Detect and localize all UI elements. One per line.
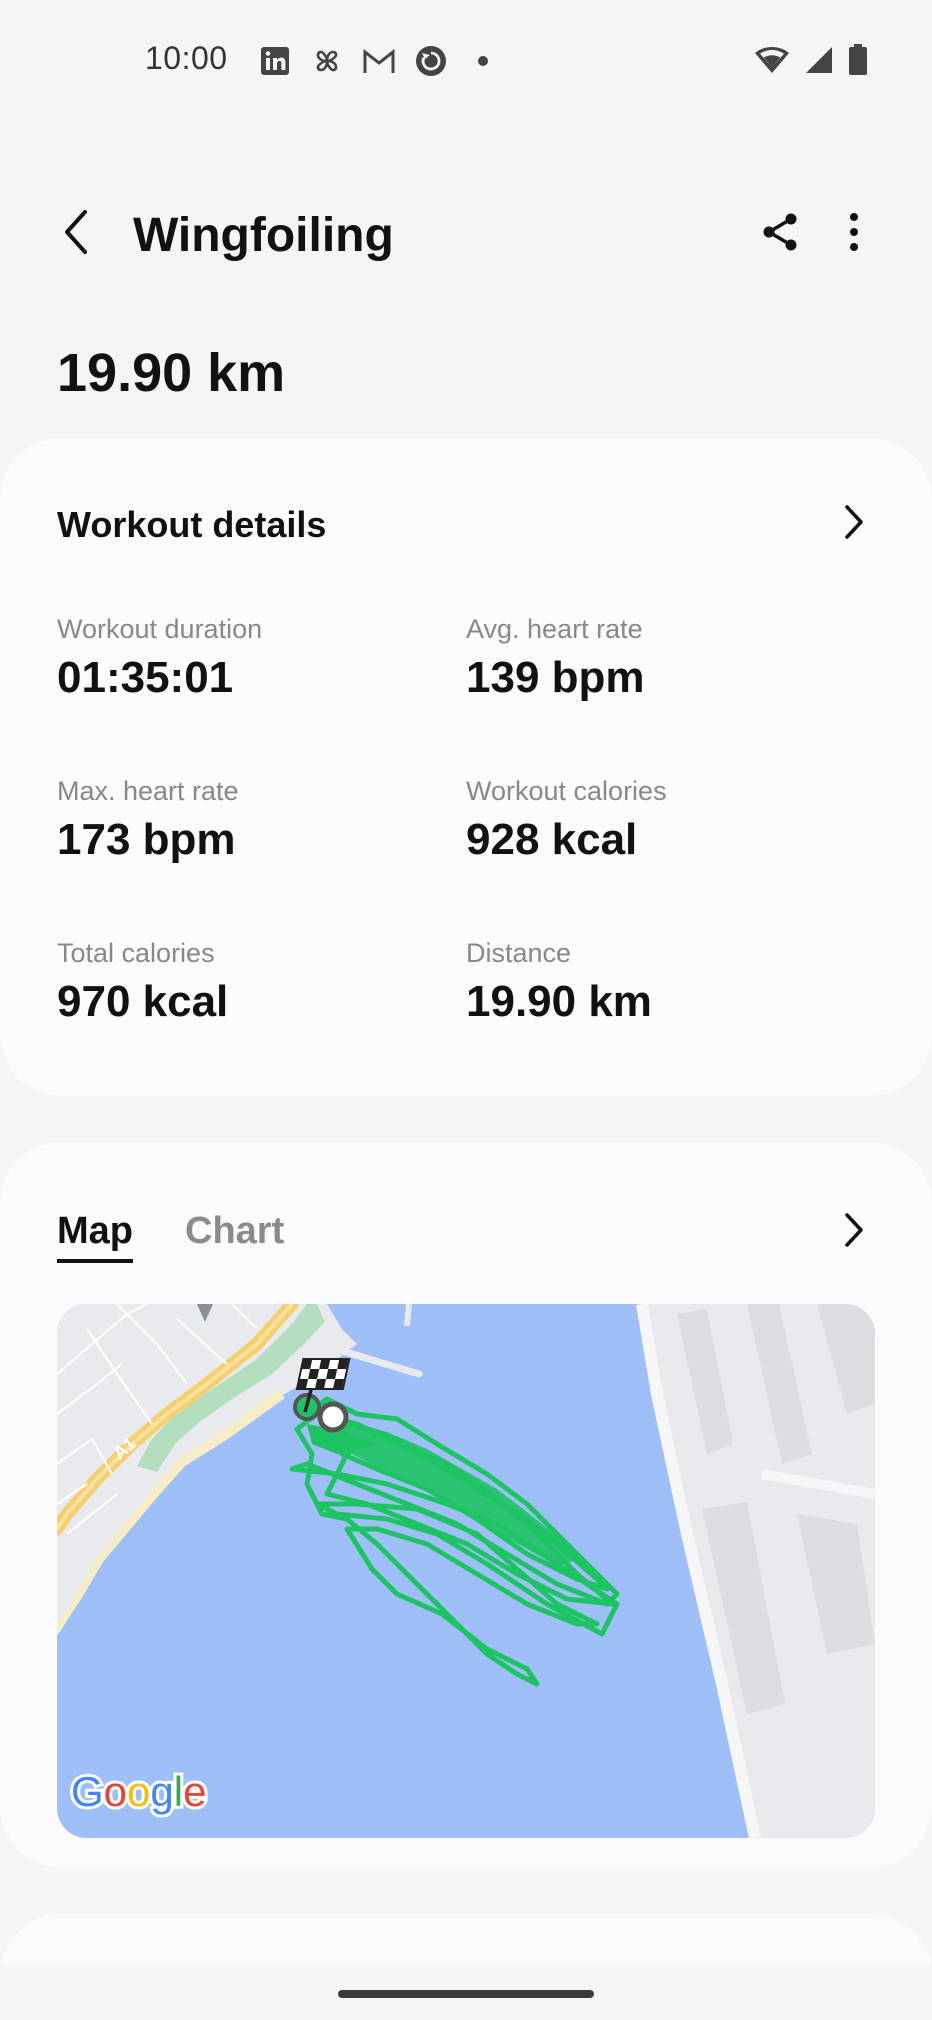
- workout-details-chevron-icon[interactable]: [834, 502, 874, 542]
- app-bar: Wingfoiling: [0, 190, 932, 274]
- metric-workout-duration: Workout duration 01:35:01: [57, 614, 437, 703]
- battery-icon: [848, 44, 868, 81]
- metric-value: 19.90 km: [466, 977, 652, 1026]
- map-graphic: A1 Google Google: [57, 1304, 875, 1838]
- metric-max-heart-rate: Max. heart rate 173 bpm: [57, 776, 437, 865]
- wifi-icon: [754, 45, 790, 80]
- total-distance-headline: 19.90 km: [57, 343, 286, 403]
- tab-chart[interactable]: Chart: [185, 1210, 284, 1263]
- metric-value: 928 kcal: [466, 815, 638, 864]
- route-chevron-icon[interactable]: [834, 1210, 874, 1250]
- screen: 10:00 Wingfoiling 19.90 km Workout detai…: [0, 0, 932, 2020]
- route-card: Map Chart A1 Google Google: [0, 1142, 932, 1868]
- system-icons: [754, 44, 868, 81]
- linkedin-icon: [258, 44, 292, 78]
- metric-value: 01:35:01: [57, 653, 234, 702]
- metric-label: Total calories: [57, 938, 215, 968]
- metric-total-calories: Total calories 970 kcal: [57, 938, 437, 1027]
- metric-distance: Distance 19.90 km: [466, 938, 846, 1027]
- google-logo-text: Google: [71, 1768, 206, 1815]
- metric-value: 173 bpm: [57, 815, 236, 864]
- metric-value: 970 kcal: [57, 977, 229, 1026]
- dot-icon: [466, 44, 500, 78]
- share-button[interactable]: [752, 206, 808, 262]
- tab-map[interactable]: Map: [57, 1210, 133, 1263]
- metric-value: 139 bpm: [466, 653, 645, 702]
- metric-label: Avg. heart rate: [466, 614, 643, 644]
- metric-avg-heart-rate: Avg. heart rate 139 bpm: [466, 614, 846, 703]
- route-map[interactable]: A1 Google Google: [57, 1304, 875, 1838]
- home-gesture-handle[interactable]: [338, 1990, 594, 1998]
- status-bar: 10:00: [0, 0, 932, 122]
- page-title: Wingfoiling: [133, 209, 394, 262]
- workout-details-title: Workout details: [57, 504, 327, 545]
- share-icon: [760, 212, 800, 257]
- status-time: 10:00: [145, 40, 228, 76]
- notification-icons: [258, 44, 500, 78]
- metric-workout-calories: Workout calories 928 kcal: [466, 776, 846, 865]
- route-tabs: Map Chart: [57, 1210, 284, 1263]
- finish-marker-icon: [317, 1401, 349, 1433]
- back-button[interactable]: [48, 206, 104, 262]
- signal-icon: [804, 45, 834, 80]
- map-breakwater: [404, 1304, 412, 1327]
- workout-details-card[interactable]: Workout details Workout duration 01:35:0…: [0, 438, 932, 1096]
- gmail-icon: [362, 44, 396, 78]
- metric-label: Distance: [466, 938, 572, 968]
- pinwheel-icon: [310, 44, 344, 78]
- more-options-button[interactable]: [826, 206, 882, 262]
- metric-label: Workout duration: [57, 614, 263, 644]
- sync-icon: [414, 44, 448, 78]
- navigation-bar: [0, 1964, 932, 2020]
- metric-label: Max. heart rate: [57, 776, 239, 806]
- back-arrow-icon: [61, 208, 91, 261]
- metric-label: Workout calories: [466, 776, 667, 806]
- more-vertical-icon: [848, 212, 860, 257]
- google-logo: Google Google: [68, 1765, 209, 1818]
